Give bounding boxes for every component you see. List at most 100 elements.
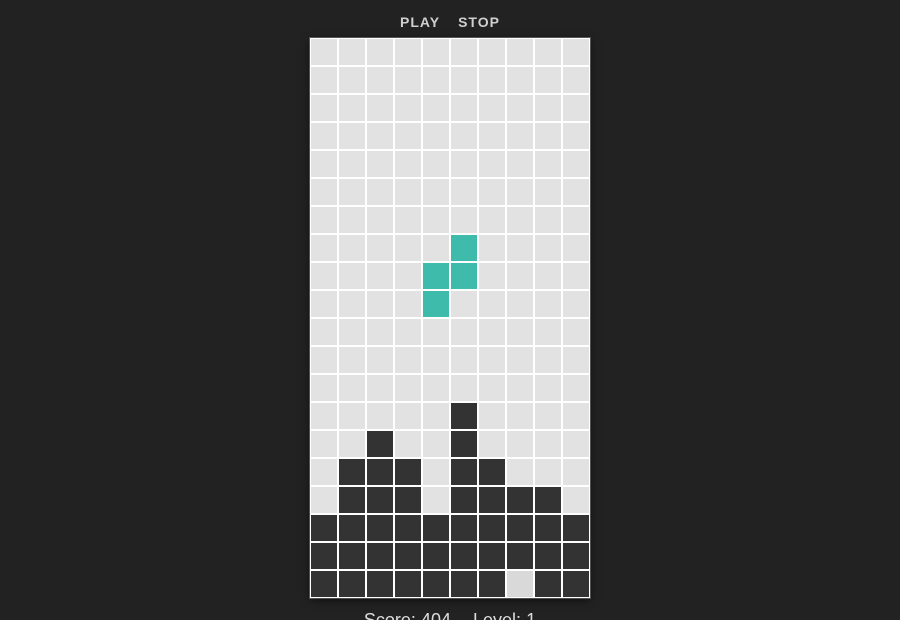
cell: [339, 543, 365, 569]
cell: [339, 207, 365, 233]
cell: [311, 291, 337, 317]
cell: [311, 207, 337, 233]
cell: [311, 179, 337, 205]
cell: [367, 263, 393, 289]
cell: [535, 123, 561, 149]
cell: [479, 123, 505, 149]
cell: [395, 543, 421, 569]
cell: [339, 375, 365, 401]
cell: [451, 347, 477, 373]
cell: [507, 403, 533, 429]
cell: [563, 207, 589, 233]
cell: [311, 67, 337, 93]
level-display: Level: 1: [473, 610, 536, 620]
cell: [395, 207, 421, 233]
cell: [563, 151, 589, 177]
cell: [339, 347, 365, 373]
cell: [479, 291, 505, 317]
cell: [395, 403, 421, 429]
cell: [311, 319, 337, 345]
cell: [563, 431, 589, 457]
cell: [423, 459, 449, 485]
cell: [563, 67, 589, 93]
cell: [367, 319, 393, 345]
cell: [507, 291, 533, 317]
cell: [311, 515, 337, 541]
cell: [535, 151, 561, 177]
cell: [479, 95, 505, 121]
cell: [423, 179, 449, 205]
cell: [507, 347, 533, 373]
cell: [535, 179, 561, 205]
cell: [339, 487, 365, 513]
cell: [451, 151, 477, 177]
cell: [311, 39, 337, 65]
cell: [479, 431, 505, 457]
cell: [535, 347, 561, 373]
cell: [479, 375, 505, 401]
cell: [479, 319, 505, 345]
cell: [395, 487, 421, 513]
cell: [451, 123, 477, 149]
cell: [423, 291, 449, 317]
cell: [535, 263, 561, 289]
cell: [563, 123, 589, 149]
stop-button[interactable]: STOP: [458, 14, 500, 30]
cell: [563, 487, 589, 513]
cell: [535, 39, 561, 65]
cell: [507, 431, 533, 457]
cell: [395, 235, 421, 261]
cell: [339, 67, 365, 93]
cell: [507, 95, 533, 121]
cell: [563, 515, 589, 541]
play-button[interactable]: PLAY: [400, 14, 440, 30]
cell: [423, 487, 449, 513]
cell: [423, 431, 449, 457]
cell: [423, 403, 449, 429]
cell: [311, 263, 337, 289]
cell: [563, 571, 589, 597]
cell: [339, 571, 365, 597]
cell: [367, 347, 393, 373]
cell: [395, 151, 421, 177]
game-board[interactable]: [310, 38, 590, 598]
cell: [423, 347, 449, 373]
cell: [367, 515, 393, 541]
cell: [479, 67, 505, 93]
cell: [563, 347, 589, 373]
cell: [535, 291, 561, 317]
cell: [311, 487, 337, 513]
cell: [395, 515, 421, 541]
cell: [367, 123, 393, 149]
cell: [339, 403, 365, 429]
cell: [479, 263, 505, 289]
cell: [423, 515, 449, 541]
cell: [535, 95, 561, 121]
cell: [507, 571, 533, 597]
cell: [535, 403, 561, 429]
cell: [339, 39, 365, 65]
cell: [423, 123, 449, 149]
cell: [311, 235, 337, 261]
cell: [507, 207, 533, 233]
cell: [451, 179, 477, 205]
cell: [507, 263, 533, 289]
cell: [339, 235, 365, 261]
cell: [563, 543, 589, 569]
cell: [451, 515, 477, 541]
cell: [311, 403, 337, 429]
cell: [507, 459, 533, 485]
cell: [339, 319, 365, 345]
cell: [479, 515, 505, 541]
cell: [311, 151, 337, 177]
cell: [451, 403, 477, 429]
cell: [311, 375, 337, 401]
cell: [339, 431, 365, 457]
level-value: 1: [526, 610, 536, 620]
cell: [367, 291, 393, 317]
cell: [451, 291, 477, 317]
cell: [535, 67, 561, 93]
cell: [395, 39, 421, 65]
cell: [563, 403, 589, 429]
cell: [563, 375, 589, 401]
